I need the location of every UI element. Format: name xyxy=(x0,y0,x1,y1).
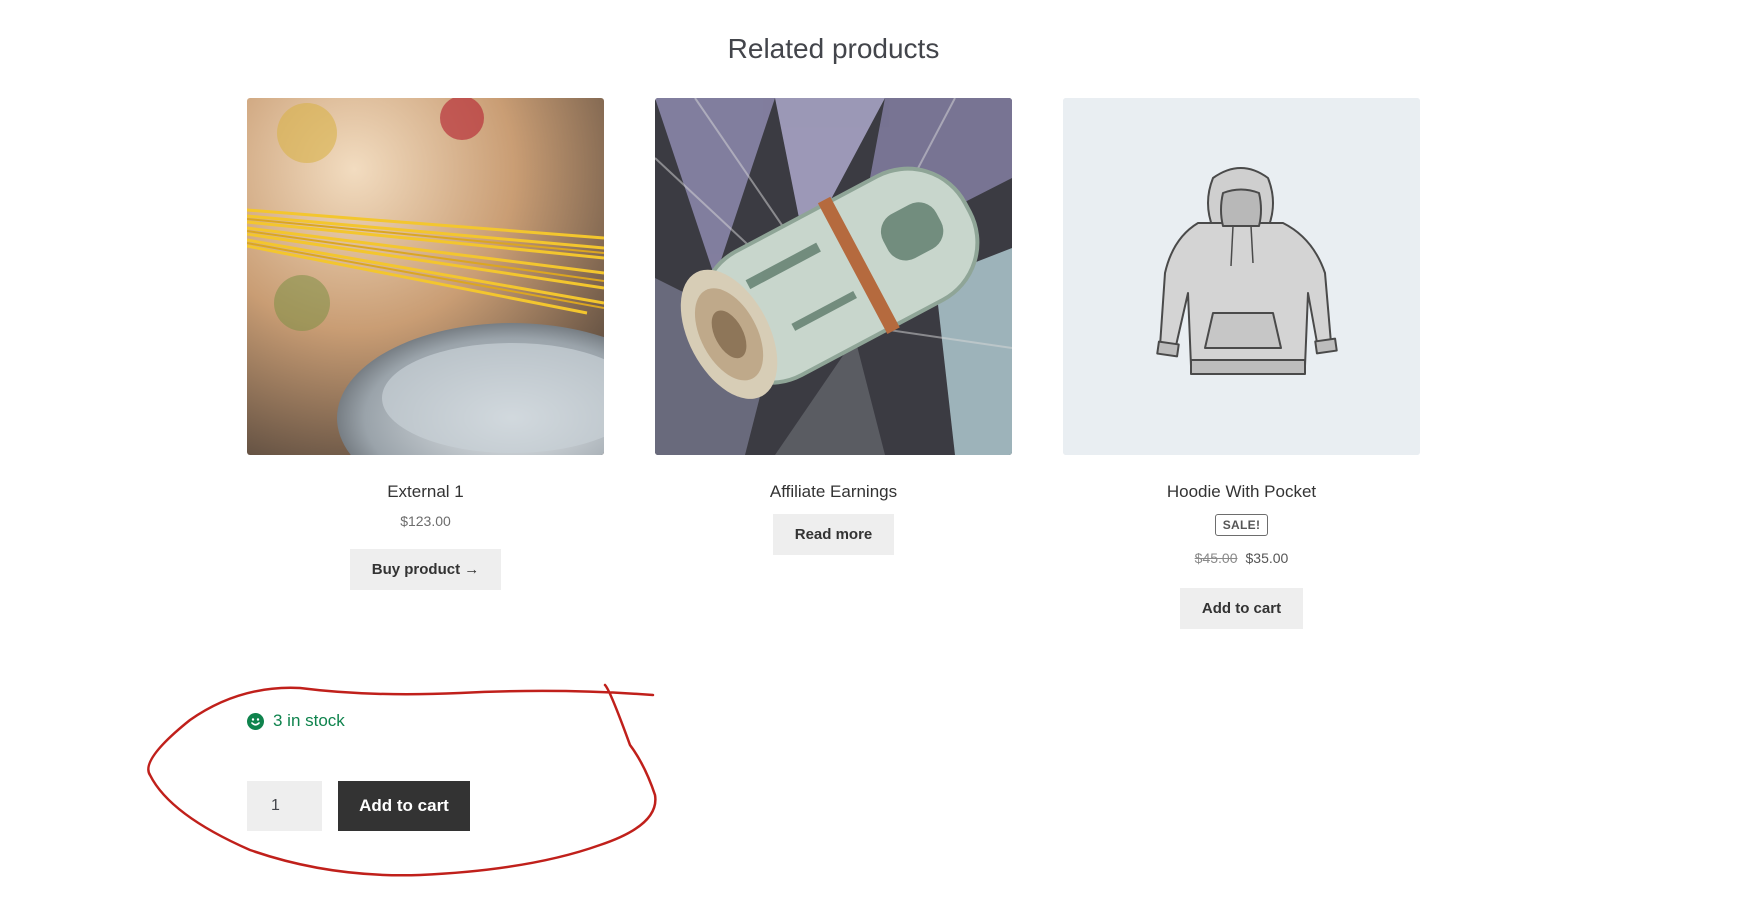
product-title[interactable]: Affiliate Earnings xyxy=(655,482,1012,502)
sale-badge: Sale! xyxy=(1214,514,1269,536)
sale-price: $35.00 xyxy=(1245,550,1289,566)
smiley-icon xyxy=(247,712,264,730)
hoodie-illustration xyxy=(1063,98,1420,455)
product-price: $45.00 $35.00 xyxy=(1063,550,1420,566)
product-image-link[interactable] xyxy=(655,98,1012,455)
product-title[interactable]: Hoodie With Pocket xyxy=(1063,482,1420,502)
product-image-link[interactable] xyxy=(247,98,604,455)
regular-price: $45.00 xyxy=(1194,550,1238,566)
spaghetti-photo xyxy=(247,98,604,455)
buy-product-button[interactable]: Buy product → xyxy=(349,549,502,590)
stock-status: 3 in stock xyxy=(247,711,345,731)
product-title[interactable]: External 1 xyxy=(247,482,604,502)
add-to-cart-button[interactable]: Add to cart xyxy=(338,781,470,831)
product-card-affiliate-earnings: Affiliate Earnings Read more xyxy=(655,98,1012,555)
product-card-external-1: External 1 $123.00 Buy product → xyxy=(247,98,604,590)
quantity-input[interactable] xyxy=(247,781,322,831)
product-price: $123.00 xyxy=(400,513,451,529)
related-products-heading: Related products xyxy=(727,33,940,64)
stock-text: 3 in stock xyxy=(273,711,345,730)
money-roll-photo xyxy=(655,98,1012,455)
product-card-hoodie-with-pocket: Hoodie With Pocket Sale! $45.00 $35.00 Ad… xyxy=(1063,98,1420,629)
product-image-link[interactable] xyxy=(1063,98,1420,455)
add-to-cart-button-related[interactable]: Add to cart xyxy=(1179,588,1304,629)
read-more-button[interactable]: Read more xyxy=(772,514,895,555)
